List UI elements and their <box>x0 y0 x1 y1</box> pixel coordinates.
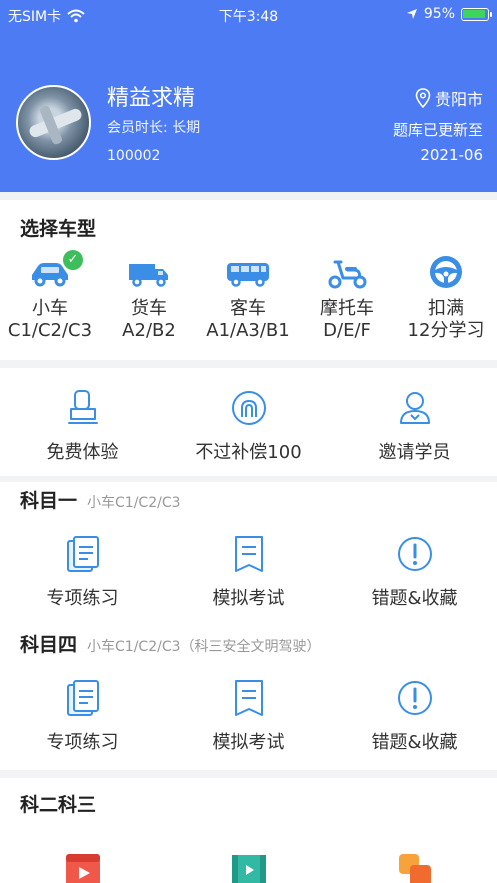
promo-label: 免费体验 <box>46 442 119 463</box>
vehicle-motorcycle[interactable]: 摩托车 D/E/F <box>297 250 397 342</box>
vehicle-name: 小车 <box>32 298 68 319</box>
motorcycle-icon <box>328 260 367 289</box>
layers-icon <box>398 854 431 883</box>
action-label: 专项练习 <box>46 588 119 609</box>
user-icon <box>399 392 430 424</box>
vehicle-license: C1/C2/C3 <box>7 320 93 341</box>
profile-header: 无SIM卡 下午3:48 95% 精益求精 会员时长: 长期 100002 贵阳… <box>0 0 497 192</box>
practice-icon <box>66 536 99 572</box>
vehicle-license: A2/B2 <box>122 320 176 341</box>
subject23-video-button[interactable] <box>0 850 165 883</box>
vehicle-name: 货车 <box>131 298 167 319</box>
question-bank-label: 题库已更新至 <box>392 121 483 139</box>
battery-percent: 95% <box>423 6 455 22</box>
alert-icon <box>397 681 432 715</box>
vehicle-list: ✓ 小车 C1/C2/C3 货车 A2/B2 客车 A1/A3/B1 摩托车 D… <box>0 250 497 360</box>
subject1-mistakes-button[interactable]: 错题&收藏 <box>332 534 497 610</box>
subject1-name: 科目一 <box>20 490 78 512</box>
vehicle-name: 扣满 <box>428 298 464 319</box>
practice-icon <box>66 680 99 716</box>
question-bank-date: 2021-06 <box>420 146 483 164</box>
vehicle-license: A1/A3/B1 <box>206 320 290 341</box>
vehicle-bus[interactable]: 客车 A1/A3/B1 <box>198 250 298 342</box>
truck-icon <box>129 264 168 287</box>
vehicle-truck[interactable]: 货车 A2/B2 <box>99 250 199 342</box>
subject4-practice-button[interactable]: 专项练习 <box>0 678 165 754</box>
subject1-subtitle: 小车C1/C2/C3 <box>87 495 181 511</box>
action-label: 错题&收藏 <box>371 588 458 609</box>
user-name: 精益求精 <box>107 86 196 111</box>
status-bar: 无SIM卡 下午3:48 95% <box>0 0 497 30</box>
subject4-subtitle: 小车C1/C2/C3（科三安全文明驾驶） <box>87 639 321 655</box>
video-icon <box>65 854 100 883</box>
vehicle-section-title: 选择车型 <box>20 218 97 240</box>
seat-icon <box>67 390 98 424</box>
vehicle-license: D/E/F <box>323 320 371 341</box>
battery-icon <box>461 7 492 21</box>
vehicle-type-card: 选择车型 ✓ 小车 C1/C2/C3 货车 A2/B2 客车 A1/A3/B1 … <box>0 200 497 360</box>
city-selector[interactable]: 贵阳市 <box>415 86 483 110</box>
action-label: 模拟考试 <box>212 732 285 753</box>
subject1-mock-exam-button[interactable]: 模拟考试 <box>166 534 331 610</box>
vehicle-name: 摩托车 <box>320 298 374 319</box>
exam-icon <box>234 680 263 716</box>
subject4-name: 科目四 <box>20 634 78 656</box>
city-label: 贵阳市 <box>434 90 483 109</box>
subject4-title: 科目四 小车C1/C2/C3（科三安全文明驾驶） <box>20 630 321 657</box>
membership-duration: 会员时长: 长期 <box>107 120 201 136</box>
guarantee-icon <box>231 391 266 425</box>
location-pin-icon <box>415 88 431 108</box>
promo-label: 不过补偿100 <box>195 442 302 463</box>
subject4-mistakes-button[interactable]: 错题&收藏 <box>332 678 497 754</box>
vehicle-car[interactable]: ✓ 小车 C1/C2/C3 <box>0 250 100 342</box>
alert-icon <box>397 537 432 571</box>
pass-guarantee-button[interactable]: 不过补偿100 <box>166 388 331 464</box>
location-arrow-icon <box>406 9 417 19</box>
vehicle-points-deducted[interactable]: 扣满 12分学习 <box>396 250 496 342</box>
vehicle-name: 客车 <box>230 298 266 319</box>
promo-label: 邀请学员 <box>378 442 451 463</box>
subject1-title: 科目一 小车C1/C2/C3 <box>20 486 181 513</box>
subject4-mock-exam-button[interactable]: 模拟考试 <box>166 678 331 754</box>
avatar[interactable] <box>16 85 91 160</box>
subject23-layers-button[interactable] <box>332 850 497 883</box>
promo-card: 免费体验 不过补偿100 邀请学员 <box>0 368 497 476</box>
action-label: 模拟考试 <box>212 588 285 609</box>
invite-students-button[interactable]: 邀请学员 <box>332 388 497 464</box>
subject23-title: 科二科三 <box>20 794 97 816</box>
action-label: 专项练习 <box>46 732 119 753</box>
film-icon <box>231 855 266 883</box>
action-label: 错题&收藏 <box>371 732 458 753</box>
steering-wheel-icon <box>430 256 462 288</box>
free-trial-button[interactable]: 免费体验 <box>0 388 165 464</box>
exam-icon <box>234 536 263 572</box>
vehicle-license: 12分学习 <box>407 320 485 341</box>
subject23-film-button[interactable] <box>166 850 331 883</box>
bus-icon <box>227 263 269 287</box>
subject1-practice-button[interactable]: 专项练习 <box>0 534 165 610</box>
user-id: 100002 <box>107 148 161 164</box>
selected-check-icon: ✓ <box>63 250 83 270</box>
subjects-card: 科目一 小车C1/C2/C3 专项练习 模拟考试 错题&收藏 科目四 小车C1/C2… <box>0 482 497 770</box>
home-screen: 无SIM卡 下午3:48 95% 精益求精 会员时长: 长期 100002 贵阳… <box>0 0 497 883</box>
subject23-card: 科二科三 <box>0 778 497 883</box>
